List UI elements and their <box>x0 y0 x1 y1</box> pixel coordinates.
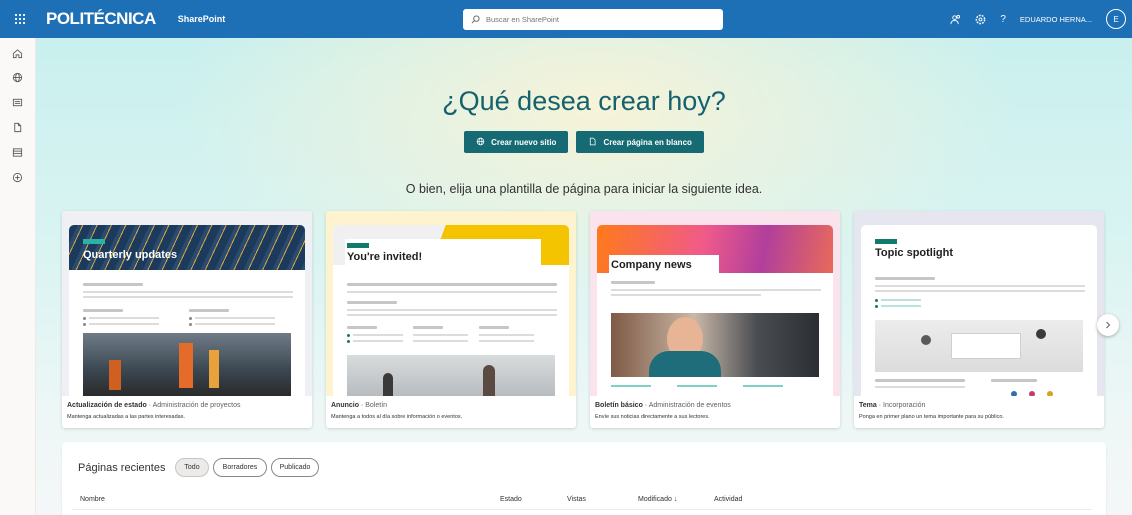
template-name: Actualización de estado <box>67 402 147 409</box>
template-card-topic[interactable]: Topic spotlight Tema · Incorporación Pon… <box>854 211 1104 428</box>
template-description: Mantenga a todos al día sobre informació… <box>331 414 463 420</box>
template-preview: You're invited! <box>333 225 569 396</box>
recent-pages-title: Páginas recientes <box>78 462 166 474</box>
filter-drafts[interactable]: Borradores <box>213 458 267 477</box>
column-name[interactable]: Nombre <box>80 496 105 503</box>
avatar[interactable]: E <box>1106 9 1126 29</box>
template-thumbnail: Topic spotlight <box>854 211 1104 396</box>
left-app-bar <box>0 38 36 515</box>
template-category: Administración de proyectos <box>152 402 241 409</box>
template-prompt: O bien, elija una plantilla de página pa… <box>405 182 763 196</box>
template-preview: Quarterly updates <box>69 225 305 396</box>
search-box[interactable] <box>463 9 723 30</box>
template-name: Tema <box>859 402 877 409</box>
app-name[interactable]: SharePoint <box>178 14 226 24</box>
home-icon[interactable] <box>8 44 26 62</box>
template-thumbnail: Company news <box>590 211 840 396</box>
page-icon <box>588 137 597 148</box>
template-heading: You're invited! <box>347 251 423 263</box>
template-description: Envíe sus noticias directamente a sus le… <box>595 414 710 420</box>
template-heading: Quarterly updates <box>83 249 178 261</box>
people-icon[interactable] <box>950 14 961 25</box>
template-card-status-update[interactable]: Quarterly updates Actualización de estad… <box>62 211 312 428</box>
list-icon[interactable] <box>8 143 26 161</box>
filter-published[interactable]: Publicado <box>271 458 319 477</box>
create-actions: Crear nuevo sitio Crear página en blanco <box>36 131 1132 153</box>
template-caption: Actualización de estado · Administración… <box>67 402 241 409</box>
template-preview: Topic spotlight <box>861 225 1097 396</box>
template-category: Administración de eventos <box>648 402 731 409</box>
template-caption: Boletín básico · Administración de event… <box>595 402 731 409</box>
document-icon[interactable] <box>8 118 26 136</box>
create-page-label: Crear página en blanco <box>603 137 692 147</box>
create-site-button[interactable]: Crear nuevo sitio <box>464 131 569 153</box>
template-card-announcement[interactable]: You're invited! Anuncio · Boletín Manten… <box>326 211 576 428</box>
divider <box>72 509 1092 510</box>
template-thumbnail: Quarterly updates <box>62 211 312 396</box>
globe-icon[interactable] <box>8 68 26 86</box>
news-icon[interactable] <box>8 93 26 111</box>
globe-icon <box>476 137 485 148</box>
template-heading: Topic spotlight <box>875 247 954 259</box>
template-card-newsletter[interactable]: Company news Boletín básico · Administra… <box>590 211 840 428</box>
carousel-next-button[interactable] <box>1097 314 1119 336</box>
template-category: Incorporación <box>883 402 926 409</box>
template-thumbnail: You're invited! <box>326 211 576 396</box>
filter-all[interactable]: Todo <box>175 458 209 477</box>
settings-gear-icon[interactable] <box>975 14 986 25</box>
help-icon[interactable]: ? <box>1000 14 1006 25</box>
user-name[interactable]: EDUARDO HERNA... <box>1020 15 1092 24</box>
chevron-right-icon <box>1104 316 1112 334</box>
main-content: ¿Qué desea crear hoy? Crear nuevo sitio … <box>36 38 1132 515</box>
brand-logo[interactable]: POLITÉCNICA <box>46 9 156 29</box>
template-name: Boletín básico <box>595 402 643 409</box>
template-caption: Anuncio · Boletín <box>331 402 388 409</box>
header-actions: ? EDUARDO HERNA... E <box>950 0 1132 38</box>
column-activity[interactable]: Actividad <box>714 496 742 503</box>
template-category: Boletín <box>365 402 388 409</box>
create-icon[interactable] <box>8 168 26 186</box>
template-caption: Tema · Incorporación <box>859 402 926 409</box>
template-description: Ponga en primer plano un tema importante… <box>859 414 1004 420</box>
create-site-label: Crear nuevo sitio <box>491 137 557 147</box>
recent-pages-panel: Páginas recientes Todo Borradores Public… <box>62 442 1106 515</box>
column-modified[interactable]: Modificado ↓ <box>638 496 677 503</box>
column-views[interactable]: Vistas <box>567 496 586 503</box>
column-status[interactable]: Estado <box>500 496 522 503</box>
template-name: Anuncio <box>331 402 359 409</box>
app-launcher-icon[interactable] <box>0 0 40 38</box>
create-page-button[interactable]: Crear página en blanco <box>576 131 704 153</box>
template-preview: Company news <box>597 225 833 396</box>
page-title: ¿Qué desea crear hoy? <box>442 86 726 116</box>
template-description: Mantenga actualizadas a las partes inter… <box>67 414 186 420</box>
search-icon <box>471 11 480 29</box>
template-heading: Company news <box>611 259 692 271</box>
search-input[interactable] <box>486 15 706 24</box>
